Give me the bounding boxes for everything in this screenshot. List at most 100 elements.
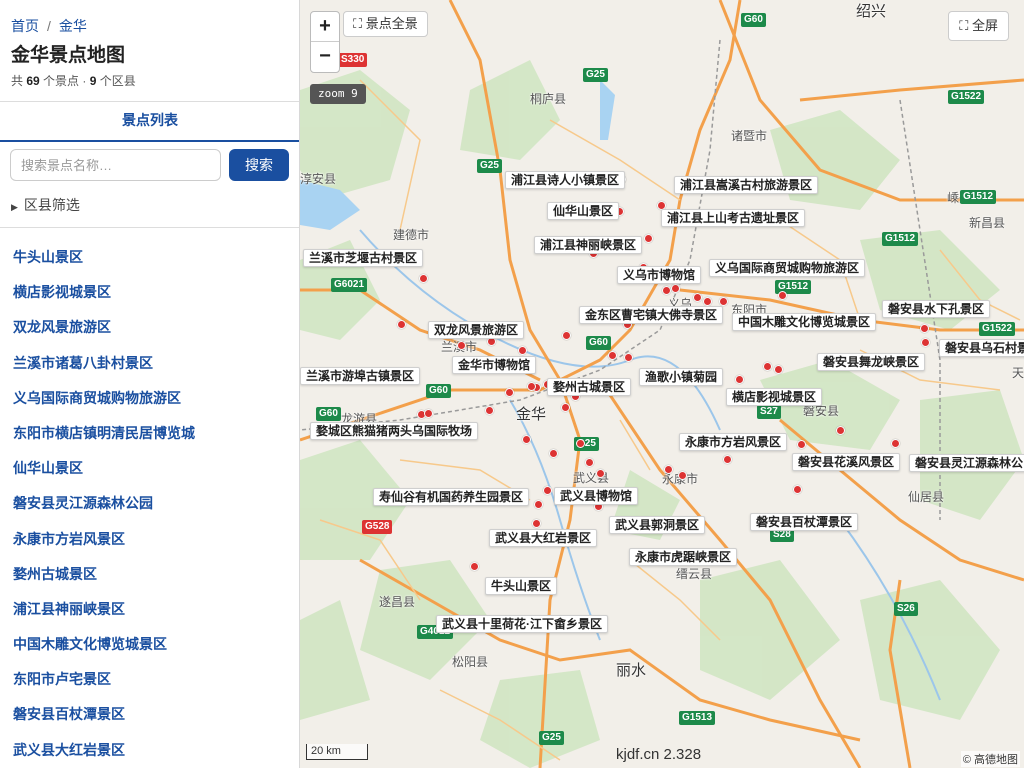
zoom-in-button[interactable]: + xyxy=(311,12,339,42)
poi-marker[interactable] xyxy=(735,375,744,384)
scenic-list-item[interactable]: 中国木雕文化博览城景区 xyxy=(0,627,299,662)
poi-marker[interactable] xyxy=(561,403,570,412)
district-filter-toggle[interactable]: ▶ 区县筛选 xyxy=(11,195,80,215)
poi-marker[interactable] xyxy=(543,486,552,495)
poi-marker[interactable] xyxy=(522,435,531,444)
breadcrumb-current-link[interactable]: 金华 xyxy=(59,18,87,34)
poi-label[interactable]: 兰溪市芝堰古村景区 xyxy=(303,249,424,267)
poi-marker[interactable] xyxy=(596,469,605,478)
poi-label[interactable]: 磐安县花溪风景区 xyxy=(792,453,901,471)
poi-label[interactable]: 武义县十里荷花·江下畲乡景区 xyxy=(436,615,608,633)
scenic-list-item[interactable]: 义乌国际商贸城购物旅游区 xyxy=(0,381,299,416)
poi-label[interactable]: 浦江县嵩溪古村旅游景区 xyxy=(674,176,819,194)
map-view[interactable]: 绍兴桐庐县诸暨市嵊州市新昌县建德市兰溪市义乌东阳市金华龙游县磐安县武义县永康市仙… xyxy=(300,0,1024,768)
poi-marker[interactable] xyxy=(664,465,673,474)
poi-marker[interactable] xyxy=(562,331,571,340)
scenic-list-item[interactable]: 东阳市卢宅景区 xyxy=(0,662,299,697)
poi-label[interactable]: 牛头山景区 xyxy=(485,577,558,595)
scenic-list-item[interactable]: 磐安县灵江源森林公园 xyxy=(0,486,299,521)
poi-marker[interactable] xyxy=(470,562,479,571)
poi-marker[interactable] xyxy=(793,485,802,494)
scenic-list-item[interactable]: 仙华山景区 xyxy=(0,451,299,486)
poi-label[interactable]: 磐安县灵江源森林公 xyxy=(909,454,1024,472)
poi-marker[interactable] xyxy=(723,455,732,464)
tab-scenic-list[interactable]: 景点列表 xyxy=(0,102,299,142)
poi-label[interactable]: 磐安县舞龙峡景区 xyxy=(817,353,926,371)
poi-label[interactable]: 浦江县上山考古遗址景区 xyxy=(661,209,806,227)
poi-label[interactable]: 永康市方岩风景区 xyxy=(679,433,788,451)
poi-label[interactable]: 兰溪市游埠古镇景区 xyxy=(300,367,421,385)
poi-label[interactable]: 婺城区熊猫猪两头乌国际牧场 xyxy=(310,422,479,440)
poi-label[interactable]: 寿仙谷有机国药养生园景区 xyxy=(373,488,530,506)
breadcrumb-home-link[interactable]: 首页 xyxy=(11,18,39,34)
poi-marker[interactable] xyxy=(719,297,728,306)
poi-marker[interactable] xyxy=(424,409,433,418)
poi-label[interactable]: 浦江县神丽峡景区 xyxy=(534,236,643,254)
poi-label[interactable]: 义乌国际商贸城购物旅游区 xyxy=(709,259,866,277)
scenic-list-item[interactable]: 武义县大红岩景区 xyxy=(0,733,299,768)
poi-marker[interactable] xyxy=(527,382,536,391)
poi-marker[interactable] xyxy=(836,426,845,435)
poi-label[interactable]: 中国木雕文化博览城景区 xyxy=(732,313,877,331)
poi-label[interactable]: 永康市虎踞峡景区 xyxy=(629,548,738,566)
poi-marker[interactable] xyxy=(774,365,783,374)
poi-marker[interactable] xyxy=(778,291,787,300)
scenic-list-item[interactable]: 浦江县神丽峡景区 xyxy=(0,592,299,627)
poi-marker[interactable] xyxy=(485,406,494,415)
poi-marker[interactable] xyxy=(624,353,633,362)
poi-marker[interactable] xyxy=(585,458,594,467)
poi-marker[interactable] xyxy=(419,274,428,283)
poi-marker[interactable] xyxy=(505,388,514,397)
scenic-list-item[interactable]: 婺州古城景区 xyxy=(0,557,299,592)
poi-label[interactable]: 磐安县百杖潭景区 xyxy=(750,513,859,531)
scale-bar: 20 km xyxy=(306,744,368,760)
poi-label[interactable]: 婺州古城景区 xyxy=(547,378,632,396)
poi-label[interactable]: 义乌市博物馆 xyxy=(617,266,702,284)
poi-label[interactable]: 渔歌小镇菊园 xyxy=(639,368,724,386)
poi-marker[interactable] xyxy=(576,439,585,448)
zoom-out-button[interactable]: − xyxy=(311,42,339,72)
fullscreen-button[interactable]: ⛶ 全屏 xyxy=(948,11,1009,41)
poi-label[interactable]: 武义县博物馆 xyxy=(554,487,639,505)
poi-marker[interactable] xyxy=(763,362,772,371)
poi-label[interactable]: 磐安县水下孔景区 xyxy=(882,300,991,318)
poi-marker[interactable] xyxy=(891,439,900,448)
poi-label[interactable]: 磐安县乌石村景 xyxy=(939,339,1024,357)
highway-shield: G25 xyxy=(539,731,564,745)
poi-marker[interactable] xyxy=(534,500,543,509)
search-button[interactable]: 搜索 xyxy=(229,149,289,181)
poi-label[interactable]: 浦江县诗人小镇景区 xyxy=(505,171,626,189)
poi-label[interactable]: 金东区曹宅镇大佛寺景区 xyxy=(579,306,724,324)
poi-marker[interactable] xyxy=(608,351,617,360)
fit-all-spots-button[interactable]: ⛶ 景点全景 xyxy=(343,11,428,37)
poi-label[interactable]: 双龙风景旅游区 xyxy=(428,321,525,339)
poi-marker[interactable] xyxy=(671,284,680,293)
scenic-list-item[interactable]: 东阳市横店镇明清民居博览城 xyxy=(0,416,299,451)
map-attribution[interactable]: © 高德地图 xyxy=(960,751,1020,767)
poi-marker[interactable] xyxy=(549,449,558,458)
poi-marker[interactable] xyxy=(532,519,541,528)
scenic-list-item[interactable]: 永康市方岩风景区 xyxy=(0,522,299,557)
poi-label[interactable]: 仙华山景区 xyxy=(547,202,620,220)
poi-marker[interactable] xyxy=(397,320,406,329)
scenic-list-item[interactable]: 横店影视城景区 xyxy=(0,275,299,310)
poi-marker[interactable] xyxy=(662,286,671,295)
poi-label[interactable]: 横店影视城景区 xyxy=(726,388,823,406)
search-input[interactable] xyxy=(10,149,221,181)
poi-marker[interactable] xyxy=(678,471,687,480)
poi-label[interactable]: 武义县大红岩景区 xyxy=(489,529,598,547)
poi-marker[interactable] xyxy=(797,440,806,449)
scenic-list-item[interactable]: 双龙风景旅游区 xyxy=(0,310,299,345)
poi-label[interactable]: 武义县郭洞景区 xyxy=(609,516,706,534)
poi-marker[interactable] xyxy=(457,341,466,350)
scenic-list-item[interactable]: 兰溪市诸葛八卦村景区 xyxy=(0,346,299,381)
poi-marker[interactable] xyxy=(518,346,527,355)
scenic-list-item[interactable]: 牛头山景区 xyxy=(0,240,299,275)
poi-marker[interactable] xyxy=(920,324,929,333)
scenic-list-item[interactable]: 磐安县百杖潭景区 xyxy=(0,697,299,732)
poi-marker[interactable] xyxy=(693,293,702,302)
poi-marker[interactable] xyxy=(644,234,653,243)
poi-marker[interactable] xyxy=(921,338,930,347)
poi-label[interactable]: 金华市博物馆 xyxy=(452,356,537,374)
poi-marker[interactable] xyxy=(703,297,712,306)
